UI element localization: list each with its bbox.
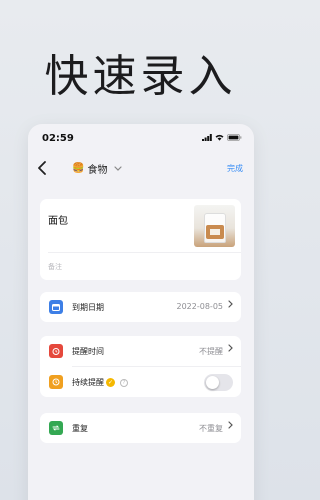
repeat-value: 不重复 [199, 424, 223, 433]
chevron-right-icon [228, 344, 233, 355]
chevron-right-icon [228, 300, 233, 311]
divider [48, 252, 241, 253]
help-icon[interactable]: ? [120, 378, 128, 387]
reminder-value: 不提醒 [199, 347, 223, 356]
repeat-icon [49, 421, 63, 435]
status-time: 02:59 [42, 133, 74, 144]
toggle-knob [206, 376, 219, 389]
repeat-alarm-icon [49, 375, 63, 389]
vip-badge-icon: ✓ [106, 378, 115, 387]
category-label: 食物 [87, 165, 108, 176]
item-card: 面包 备注 [40, 199, 241, 280]
back-icon[interactable] [37, 160, 47, 179]
note-field[interactable]: 备注 [48, 262, 62, 272]
repeat-label: 重复 [72, 424, 88, 433]
expiry-row[interactable]: 到期日期 2022-08-05 [40, 292, 241, 322]
nav-bar: 🍔 食物 完成 [28, 154, 254, 184]
item-name-field[interactable]: 面包 [48, 212, 68, 227]
bread-label-image [210, 229, 220, 235]
repeat-row[interactable]: 重复 不重复 [40, 413, 241, 443]
battery-icon [227, 134, 242, 141]
category-emoji-icon: 🍔 [72, 163, 85, 174]
persistent-reminder-toggle[interactable] [204, 374, 233, 391]
page-headline: 快速录入 [44, 51, 237, 102]
reminder-card: 提醒时间 不提醒 持续提醒 ✓? [40, 336, 241, 397]
persistent-reminder-row: 持续提醒 ✓? [40, 367, 241, 397]
wifi-icon [215, 134, 224, 141]
item-photo[interactable] [194, 205, 235, 247]
persistent-reminder-text: 持续提醒 [72, 378, 104, 387]
signal-icon [202, 134, 212, 141]
calendar-icon [49, 300, 63, 314]
category-selector[interactable]: 🍔 食物 [72, 161, 123, 176]
expiry-card: 到期日期 2022-08-05 [40, 292, 241, 322]
expiry-label: 到期日期 [72, 303, 104, 312]
alarm-clock-icon [49, 344, 63, 358]
chevron-right-icon [228, 421, 233, 432]
chevron-down-icon [114, 164, 123, 173]
reminder-label: 提醒时间 [72, 347, 104, 356]
status-bar: 02:59 [28, 124, 254, 154]
persistent-reminder-label: 持续提醒 ✓? [72, 377, 128, 388]
repeat-card: 重复 不重复 [40, 413, 241, 443]
expiry-value: 2022-08-05 [176, 302, 224, 311]
phone-screen: 02:59 🍔 食物 完成 面包 备注 到期日期 2022-08-05 提醒时间… [28, 124, 254, 500]
status-icons [202, 134, 242, 141]
reminder-row[interactable]: 提醒时间 不提醒 [40, 336, 241, 366]
done-button[interactable]: 完成 [227, 163, 243, 174]
